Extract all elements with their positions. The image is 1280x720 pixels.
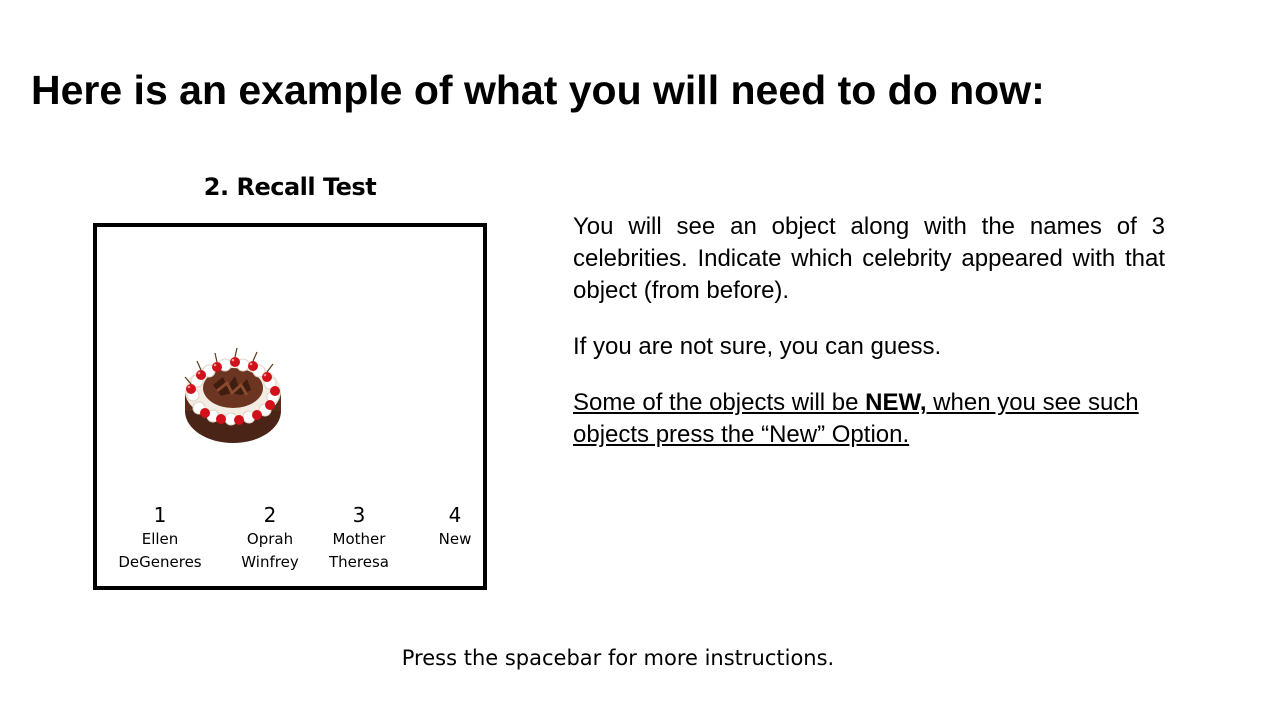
option-number: 1 xyxy=(153,503,167,527)
instruction-paragraph-1: You will see an object along with the na… xyxy=(573,213,1165,304)
option-3: 3 Mother Theresa xyxy=(304,502,414,574)
option-number: 3 xyxy=(352,503,366,527)
instruction-paragraph-3: Some of the objects will be NEW, when yo… xyxy=(573,387,1165,451)
option-1: 1 Ellen DeGeneres xyxy=(105,502,215,574)
option-4: 4 New xyxy=(400,502,510,551)
recall-test-example-frame: 1 Ellen DeGeneres 2 Oprah Winfrey 3 Moth… xyxy=(93,223,487,590)
page-heading: Here is an example of what you will need… xyxy=(31,67,1045,113)
continue-prompt: Press the spacebar for more instructions… xyxy=(401,646,835,670)
option-label: New xyxy=(438,530,472,548)
instruction-paragraph-2: If you are not sure, you can guess. xyxy=(573,333,942,360)
new-emphasis: NEW, xyxy=(865,389,927,416)
black-forest-cake-image xyxy=(184,347,281,443)
section-title: 2. Recall Test xyxy=(203,173,377,201)
option-label: Mother Theresa xyxy=(329,530,389,571)
instructions-panel: You will see an object along with the na… xyxy=(573,211,1165,475)
option-label: Ellen DeGeneres xyxy=(118,530,202,571)
option-number: 4 xyxy=(448,503,462,527)
instruction-text-before: Some of the objects will be xyxy=(573,389,866,416)
